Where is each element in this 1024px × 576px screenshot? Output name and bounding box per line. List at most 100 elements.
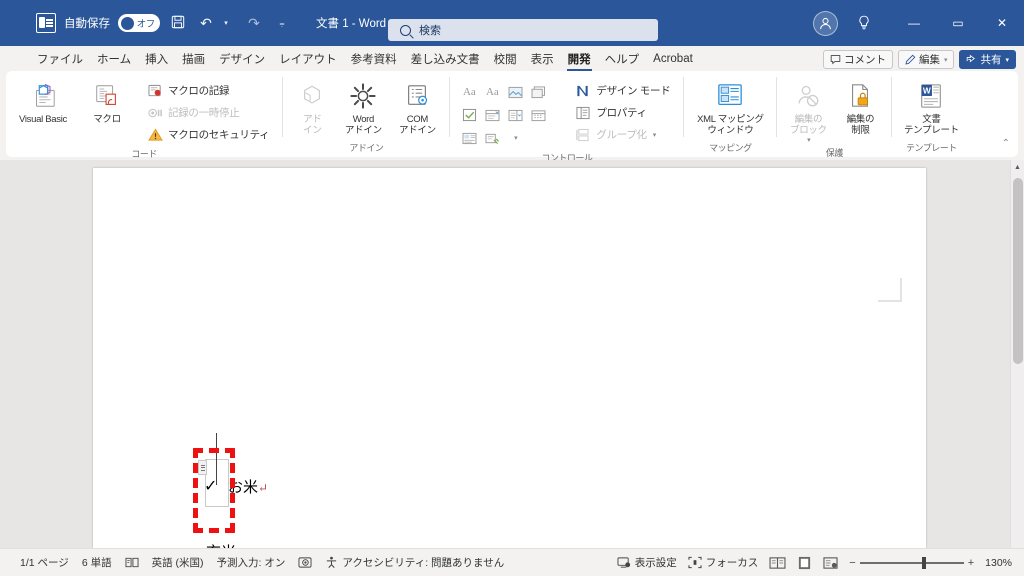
tab-view[interactable]: 表示 — [524, 49, 561, 69]
close-button[interactable]: ✕ — [980, 0, 1024, 46]
restrict-editing-icon — [847, 80, 873, 112]
rich-text-content-control-icon[interactable]: Aa — [458, 81, 480, 103]
content-control-drag-handle[interactable] — [198, 460, 207, 475]
tab-references[interactable]: 参考資料 — [344, 49, 404, 69]
checkbox-content-control-icon[interactable] — [458, 104, 480, 126]
tab-help[interactable]: ヘルプ — [598, 49, 647, 69]
tab-design[interactable]: デザイン — [212, 49, 272, 69]
vertical-scrollbar[interactable]: ▲ — [1010, 160, 1024, 548]
zoom-in-button[interactable]: + — [968, 557, 974, 569]
visual-basic-button[interactable]: Visual Basic — [14, 77, 72, 125]
autosave-toggle[interactable]: オフ — [118, 14, 160, 32]
chevron-down-icon[interactable]: ▾ — [944, 56, 948, 64]
accessibility-icon — [325, 556, 338, 569]
xml-mapping-pane-button[interactable]: XML マッピング ウィンドウ — [692, 77, 768, 136]
group-label-templates: テンプレート — [906, 143, 957, 153]
picture-content-control-icon[interactable] — [504, 81, 526, 103]
account-icon[interactable] — [813, 10, 838, 36]
print-layout-icon[interactable] — [797, 556, 812, 570]
share-label: 共有 — [980, 54, 1002, 66]
share-chevron-down-icon[interactable]: ▾ — [1005, 56, 1009, 64]
display-settings-button[interactable]: 表示設定 — [617, 555, 677, 570]
scrollbar-thumb[interactable] — [1013, 178, 1023, 364]
addins-label: アド イン — [303, 114, 322, 136]
qat-more-icon[interactable]: ⩦ — [272, 18, 292, 29]
block-authors-button: 編集の ブロック ▾ — [785, 77, 831, 144]
zoom-out-button[interactable]: − — [849, 557, 855, 569]
tab-draw[interactable]: 描画 — [175, 49, 212, 69]
tab-mailings[interactable]: 差し込み文書 — [404, 49, 487, 69]
focus-button[interactable]: フォーカス — [688, 555, 758, 570]
plain-text-content-control-icon[interactable]: Aa — [481, 81, 503, 103]
macro-security-button[interactable]: マクロのセキュリティ — [142, 124, 274, 145]
line-1-text: お米 — [228, 480, 259, 496]
zoom-level[interactable]: 130% — [985, 557, 1012, 569]
search-input[interactable]: 検索 — [388, 19, 658, 41]
tab-review[interactable]: 校閲 — [487, 49, 524, 69]
design-mode-button[interactable]: デザイン モード — [570, 80, 675, 101]
document-line-1[interactable]: お米↵ — [228, 476, 268, 497]
macro-icon — [93, 80, 121, 112]
scroll-up-arrow-icon[interactable]: ▲ — [1011, 160, 1024, 174]
document-template-button[interactable]: W 文書 テンプレート — [900, 77, 962, 136]
group-icon — [575, 127, 591, 143]
page-count[interactable]: 1/1 ページ — [20, 555, 69, 570]
tab-developer[interactable]: 開発 — [561, 49, 598, 71]
ribbon-group-controls: Aa Aa ▾ デザイン モード プロパティ グループ化 ▾ コントロール — [450, 71, 683, 163]
tab-layout[interactable]: レイアウト — [272, 49, 344, 69]
dictation-icon[interactable] — [298, 556, 312, 569]
undo-dropdown-icon[interactable]: ▾ — [216, 19, 236, 27]
tab-insert[interactable]: 挿入 — [138, 49, 175, 69]
macros-button[interactable]: マクロ — [78, 77, 136, 125]
document-line-2[interactable]: 玄米↵ — [206, 541, 246, 548]
maximize-button[interactable]: ▭ — [936, 0, 980, 46]
word-logo-icon — [36, 13, 56, 33]
tab-acrobat[interactable]: Acrobat — [646, 51, 700, 67]
undo-icon[interactable]: ↶ — [196, 15, 216, 32]
proofing-icon[interactable] — [125, 556, 139, 569]
code-small-buttons: マクロの記録 記録の一時停止 マクロのセキュリティ — [142, 77, 274, 145]
lightbulb-icon[interactable] — [852, 15, 876, 31]
web-layout-icon[interactable] — [823, 556, 838, 570]
block-authors-chevron-down-icon: ▾ — [807, 137, 811, 144]
word-addins-button[interactable]: Word アドイン — [339, 77, 387, 136]
combo-box-content-control-icon[interactable] — [481, 104, 503, 126]
save-icon[interactable] — [168, 15, 188, 32]
tab-home[interactable]: ホーム — [90, 49, 138, 69]
share-button[interactable]: 共有 ▾ — [959, 50, 1016, 69]
tab-file[interactable]: ファイル — [30, 49, 90, 69]
properties-button[interactable]: プロパティ — [570, 102, 675, 123]
design-mode-label: デザイン モード — [596, 85, 671, 97]
document-canvas[interactable]: ✓ お米↵ 玄米↵ 麦↵ — [0, 160, 1024, 548]
word-count[interactable]: 6 単語 — [82, 555, 112, 570]
quick-access-toolbar: 自動保存 オフ ↶ ▾ ↷ ⩦ 文書 1 - Word — [0, 13, 386, 33]
legacy-tools-icon[interactable] — [481, 127, 503, 149]
building-block-gallery-icon[interactable] — [527, 81, 549, 103]
restrict-editing-button[interactable]: 編集の 制限 — [837, 77, 883, 136]
ribbon-action-buttons: コメント 編集 ▾ 共有 ▾ — [822, 50, 1016, 69]
repeating-section-content-control-icon[interactable] — [458, 127, 480, 149]
read-mode-icon[interactable] — [769, 556, 786, 570]
legacy-tools-dropdown-icon[interactable]: ▾ — [504, 127, 526, 149]
maximize-glyph: ▭ — [952, 16, 964, 30]
com-addins-label: COM アドイン — [398, 114, 436, 136]
editing-mode-button[interactable]: 編集 ▾ — [897, 50, 955, 69]
minimize-button[interactable]: — — [892, 0, 936, 46]
accessibility-status[interactable]: アクセシビリティ: 問題ありません — [325, 555, 504, 570]
language-status[interactable]: 英語 (米国) — [152, 555, 204, 570]
com-addins-button[interactable]: COM アドイン — [393, 77, 441, 136]
comments-label: コメント — [843, 54, 886, 66]
zoom-track[interactable] — [859, 556, 964, 569]
text-prediction-status[interactable]: 予測入力: オン — [217, 555, 286, 570]
zoom-slider[interactable]: − + — [849, 556, 974, 569]
drop-down-list-content-control-icon[interactable] — [504, 104, 526, 126]
record-macro-button[interactable]: マクロの記録 — [142, 80, 274, 101]
date-picker-content-control-icon[interactable] — [527, 104, 549, 126]
macro-security-label: マクロのセキュリティ — [168, 129, 270, 141]
ribbon: Visual Basic マクロ マクロの記録 記録の一時停止 マクロのセキュリ… — [6, 71, 1018, 163]
collapse-ribbon-button[interactable]: ⌃ — [1002, 138, 1010, 149]
search-icon — [400, 24, 411, 36]
comments-button[interactable]: コメント — [822, 50, 893, 69]
redo-icon[interactable]: ↷ — [244, 15, 264, 32]
zoom-knob[interactable] — [921, 556, 926, 569]
